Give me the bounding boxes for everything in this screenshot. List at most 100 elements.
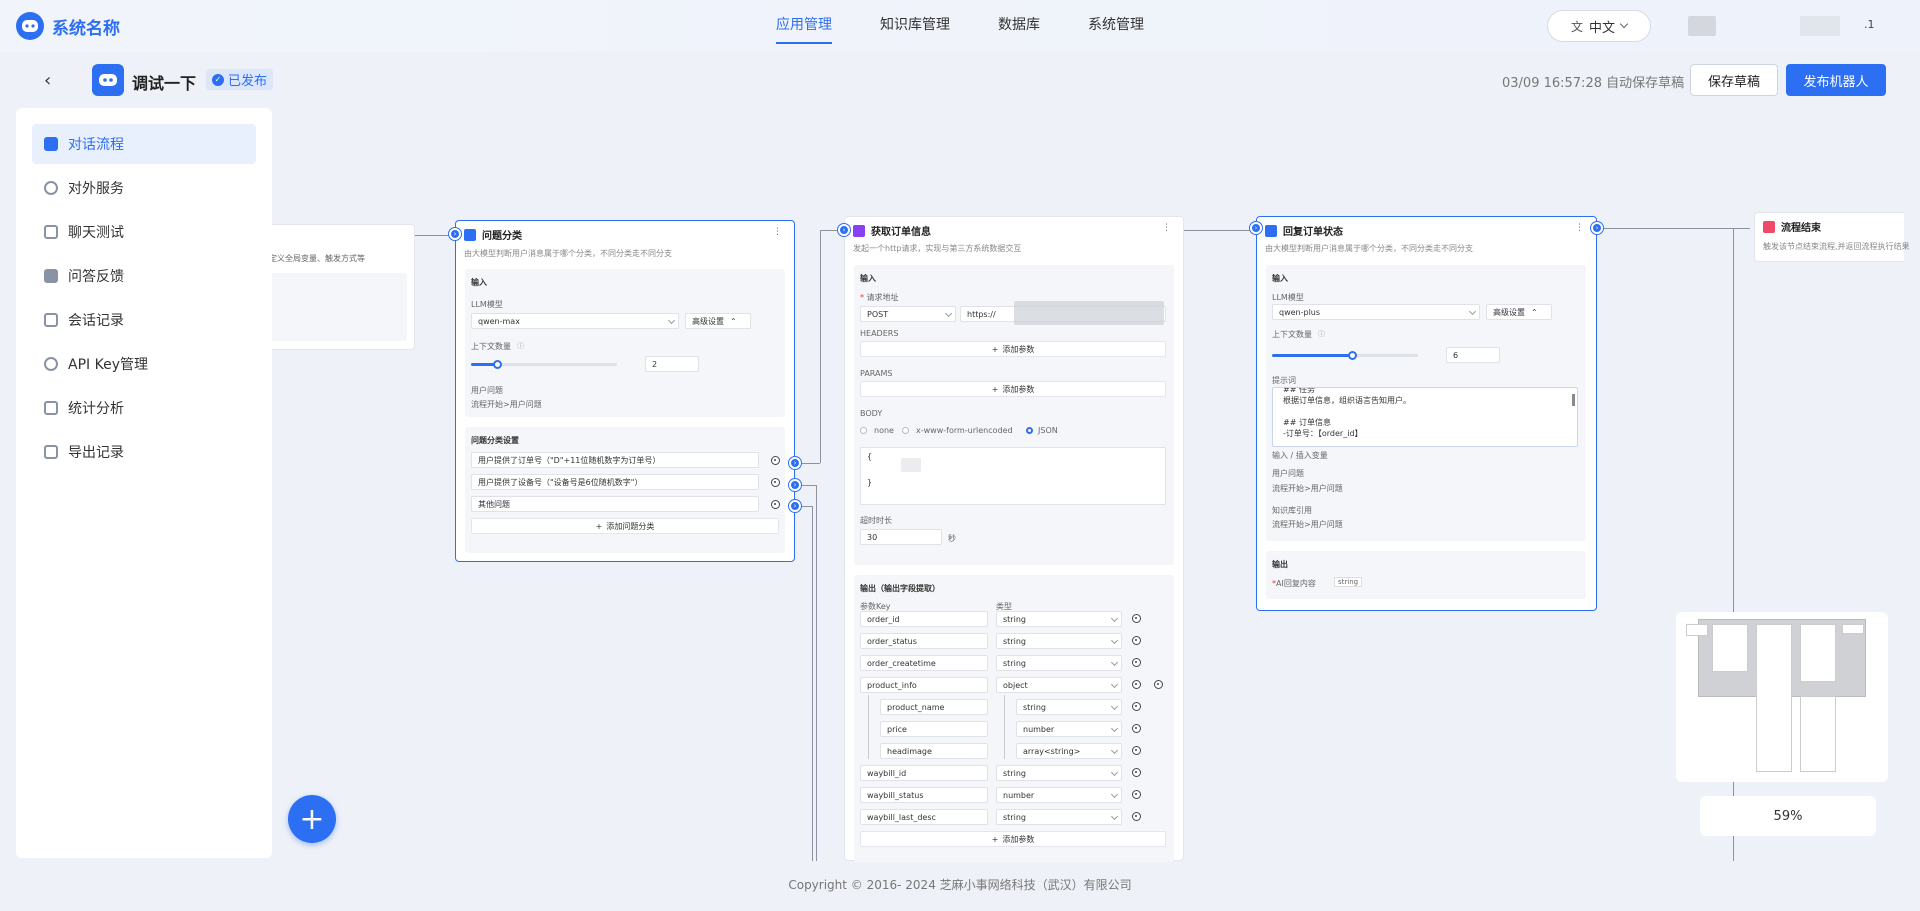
- field-type[interactable]: string: [996, 611, 1122, 627]
- classify-ctx-input[interactable]: 2: [645, 356, 699, 372]
- language-switch[interactable]: 文 中文: [1547, 10, 1651, 42]
- classify-advanced-button[interactable]: 高级设置 ⌃: [685, 313, 751, 329]
- prompt-scrollbar[interactable]: [1572, 394, 1575, 406]
- add-param-button[interactable]: + 添加参数: [860, 381, 1166, 397]
- timeout-input[interactable]: 30: [860, 529, 942, 545]
- target-icon[interactable]: [1132, 790, 1141, 799]
- more-icon[interactable]: ⋮: [1162, 223, 1171, 233]
- save-draft-button[interactable]: 保存草稿: [1690, 64, 1778, 96]
- classify-settings-label: 问题分类设置: [471, 436, 519, 445]
- target-icon[interactable]: [1132, 768, 1141, 777]
- classify-llm-select[interactable]: qwen-max: [471, 313, 679, 329]
- category-input-1[interactable]: 用户提供了订单号（"D"+11位随机数字为订单号）: [471, 452, 759, 468]
- target-icon[interactable]: [1132, 636, 1141, 645]
- field-key[interactable]: waybill_last_desc: [860, 809, 988, 825]
- field-type[interactable]: string: [996, 809, 1122, 825]
- prompt-editor[interactable]: ## 任务 根据订单信息，组织语言告知用户。 ## 订单信息 -订单号：【ord…: [1272, 387, 1578, 447]
- category-1-port[interactable]: ›: [789, 457, 801, 469]
- field-key[interactable]: headimage: [880, 743, 988, 759]
- field-type[interactable]: string: [996, 655, 1122, 671]
- sidebar-item-chat-test[interactable]: 聊天测试: [32, 212, 256, 252]
- category-2-port[interactable]: ›: [789, 479, 801, 491]
- reply-ctx-slider-handle[interactable]: [1348, 351, 1358, 360]
- app-logo[interactable]: 系统名称: [16, 12, 120, 40]
- field-key[interactable]: order_status: [860, 633, 988, 649]
- reply-ctx-input[interactable]: 6: [1446, 347, 1500, 363]
- back-arrow-icon[interactable]: ‹: [44, 70, 51, 91]
- target-icon[interactable]: [1132, 680, 1141, 689]
- add-node-button[interactable]: +: [288, 795, 336, 843]
- target-icon[interactable]: [771, 456, 780, 465]
- sidebar-item-flow[interactable]: 对话流程: [32, 124, 256, 164]
- body-editor[interactable]: { }: [860, 447, 1166, 505]
- target-icon[interactable]: [771, 478, 780, 487]
- nav-knowledge-management[interactable]: 知识库管理: [880, 14, 950, 42]
- field-type[interactable]: string: [1016, 699, 1122, 715]
- reply-advanced-button[interactable]: 高级设置 ⌃: [1486, 304, 1552, 320]
- top-nav: 应用管理 知识库管理 数据库 系统管理: [776, 14, 1144, 44]
- sidebar-item-export[interactable]: 导出记录: [32, 432, 256, 472]
- field-key[interactable]: product_name: [880, 699, 988, 715]
- publish-button[interactable]: 发布机器人: [1786, 64, 1886, 96]
- order-input-port[interactable]: ›: [838, 224, 850, 236]
- avatar[interactable]: [1688, 16, 1716, 36]
- target-icon[interactable]: [1132, 746, 1141, 755]
- classify-input-port[interactable]: ›: [449, 228, 461, 240]
- radio-none[interactable]: [860, 427, 867, 434]
- node-start[interactable]: 定义全局变量、触发方式等: [268, 224, 415, 350]
- sidebar-item-stats[interactable]: 统计分析: [32, 388, 256, 428]
- output-type-tag: string: [1334, 577, 1363, 587]
- category-input-2[interactable]: 用户提供了设备号（"设备号是6位随机数字"）: [471, 474, 759, 490]
- field-type[interactable]: array<string>: [1016, 743, 1122, 759]
- nav-app-management[interactable]: 应用管理: [776, 14, 832, 44]
- reply-output-port[interactable]: ›: [1591, 222, 1603, 234]
- zoom-level[interactable]: 59%: [1700, 796, 1876, 836]
- node-end[interactable]: 流程结束 触发该节点结束流程,并返回流程执行结果: [1754, 212, 1910, 262]
- more-icon[interactable]: ⋮: [1575, 223, 1584, 233]
- node-order-info[interactable]: 获取订单信息 ⋮ 发起一个http请求，实现与第三方系统数据交互 输入 * 请求…: [844, 216, 1184, 862]
- classify-ctx-slider-track[interactable]: [471, 360, 617, 369]
- plus-icon: +: [299, 801, 325, 837]
- target-icon[interactable]: [1132, 812, 1141, 821]
- field-key[interactable]: order_id: [860, 611, 988, 627]
- field-key[interactable]: product_info: [860, 677, 988, 693]
- sidebar-item-api-key[interactable]: API Key管理: [32, 344, 256, 384]
- target-icon[interactable]: [1132, 614, 1141, 623]
- sidebar-item-service[interactable]: 对外服务: [32, 168, 256, 208]
- field-key[interactable]: price: [880, 721, 988, 737]
- field-key[interactable]: waybill_status: [860, 787, 988, 803]
- classify-ctx-slider-handle[interactable]: [493, 360, 503, 369]
- field-type[interactable]: number: [1016, 721, 1122, 737]
- radio-form[interactable]: [902, 427, 909, 434]
- field-type[interactable]: number: [996, 787, 1122, 803]
- add-category-button[interactable]: + 添加问题分类: [471, 518, 779, 534]
- target-icon[interactable]: [1132, 724, 1141, 733]
- target-icon[interactable]: [1132, 702, 1141, 711]
- minimap[interactable]: [1676, 612, 1888, 782]
- order-node-desc: 发起一个http请求，实现与第三方系统数据交互: [853, 244, 1022, 253]
- reply-llm-select[interactable]: qwen-plus: [1272, 304, 1480, 320]
- reply-ctx-slider-track[interactable]: [1272, 351, 1418, 360]
- more-icon[interactable]: ⋮: [773, 227, 782, 237]
- add-output-field-button[interactable]: + 添加参数: [860, 831, 1166, 847]
- field-type[interactable]: string: [996, 765, 1122, 781]
- field-key[interactable]: order_createtime: [860, 655, 988, 671]
- nav-system-management[interactable]: 系统管理: [1088, 14, 1144, 42]
- field-type[interactable]: object: [996, 677, 1122, 693]
- nav-database[interactable]: 数据库: [998, 14, 1040, 42]
- target-icon[interactable]: [1132, 658, 1141, 667]
- node-classify[interactable]: 问题分类 ⋮ 由大模型判断用户消息属于哪个分类，不同分类走不同分支 输入 LLM…: [455, 220, 795, 562]
- radio-json[interactable]: [1026, 427, 1033, 434]
- sidebar-item-feedback[interactable]: 问答反馈: [32, 256, 256, 296]
- field-type[interactable]: string: [996, 633, 1122, 649]
- target-icon[interactable]: [771, 500, 780, 509]
- category-3-port[interactable]: ›: [789, 500, 801, 512]
- category-input-3[interactable]: 其他问题: [471, 496, 759, 512]
- reply-input-port[interactable]: ›: [1250, 222, 1262, 234]
- target-icon[interactable]: [1154, 680, 1163, 689]
- sidebar-item-records[interactable]: 会话记录: [32, 300, 256, 340]
- add-header-button[interactable]: + 添加参数: [860, 341, 1166, 357]
- field-key[interactable]: waybill_id: [860, 765, 988, 781]
- method-select[interactable]: POST: [860, 306, 956, 322]
- node-reply[interactable]: 回复订单状态 ⋮ 由大模型判断用户消息属于哪个分类，不同分类走不同分支 输入 L…: [1256, 216, 1597, 611]
